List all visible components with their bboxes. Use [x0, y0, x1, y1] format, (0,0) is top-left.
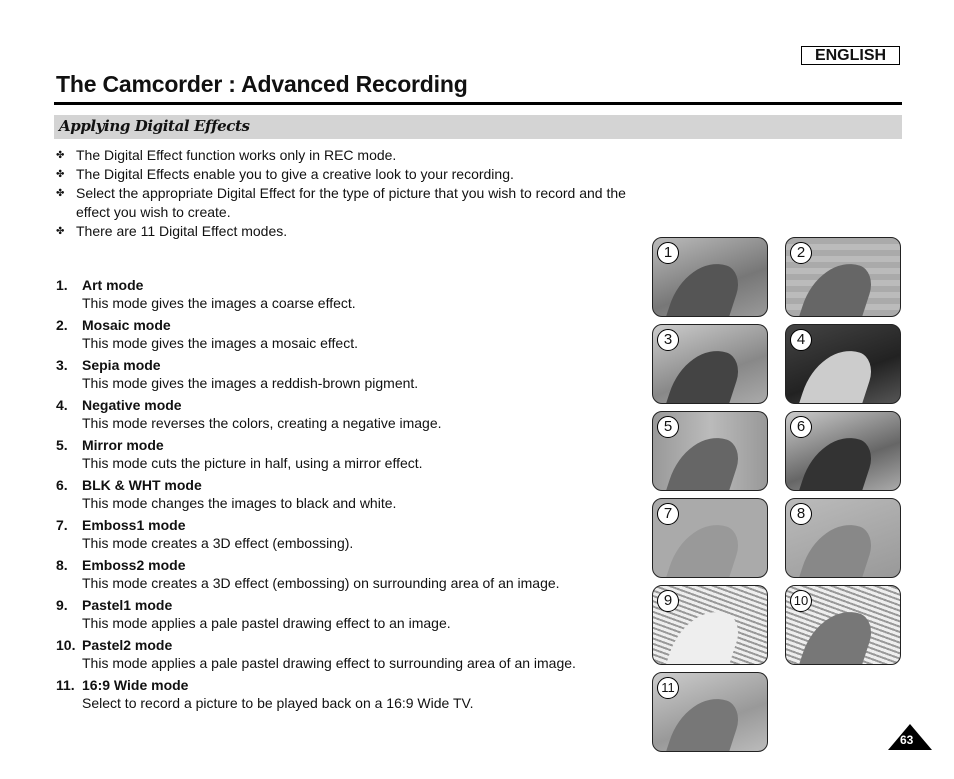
language-label: ENGLISH — [801, 46, 900, 65]
dolphin-image — [795, 339, 877, 403]
mode-name: Pastel2 mode — [82, 637, 173, 653]
mode-item: 4. Negative mode This mode reverses the co… — [56, 396, 636, 432]
mode-item: 5. Mirror mode This mode cuts the picture … — [56, 436, 636, 472]
dolphin-image — [662, 600, 744, 664]
mode-name: Art mode — [82, 277, 144, 293]
thumbnail-emboss2: 8 — [785, 498, 901, 578]
mode-description: This mode cuts the picture in half, usin… — [82, 455, 423, 471]
mode-description: This mode gives the images a reddish-bro… — [82, 375, 419, 391]
thumbnail-pastel1: 9 — [652, 585, 768, 665]
thumbnail-number-badge: 1 — [657, 242, 679, 264]
mode-name: Mirror mode — [82, 437, 164, 453]
mode-description: This mode creates a 3D effect (embossing… — [82, 575, 560, 591]
mode-name: Sepia mode — [82, 357, 161, 373]
cross-bullet-icon: ✤ — [56, 226, 65, 237]
mode-item: 3. Sepia mode This mode gives the images a… — [56, 356, 636, 392]
thumbnail-number-badge: 2 — [790, 242, 812, 264]
mode-name: BLK & WHT mode — [82, 477, 202, 493]
dolphin-image — [795, 600, 877, 664]
mode-description: This mode applies a pale pastel drawing … — [82, 655, 576, 671]
thumbnail-number-badge: 3 — [657, 329, 679, 351]
mode-description: This mode gives the images a mosaic effe… — [82, 335, 358, 351]
mode-description: This mode reverses the colors, creating … — [82, 415, 442, 431]
mode-name: Mosaic mode — [82, 317, 171, 333]
thumbnail-art: 1 — [652, 237, 768, 317]
mode-description: Select to record a picture to be played … — [82, 695, 474, 711]
page-title: The Camcorder : Advanced Recording — [56, 71, 468, 97]
mode-item: 9. Pastel1 mode This mode applies a pale p… — [56, 596, 636, 632]
thumbnail-blk-wht: 6 — [785, 411, 901, 491]
cross-bullet-icon: ✤ — [56, 188, 65, 199]
dolphin-image — [795, 513, 877, 577]
thumbnail-number-badge: 8 — [790, 503, 812, 525]
thumbnail-sepia: 3 — [652, 324, 768, 404]
dolphin-image — [795, 426, 877, 490]
dolphin-image — [662, 513, 744, 577]
page-number-badge: 63 — [888, 724, 932, 750]
dolphin-image — [662, 339, 744, 403]
mode-name: Pastel1 mode — [82, 597, 173, 613]
thumbnail-number-badge: 9 — [657, 590, 679, 612]
dolphin-image — [795, 252, 877, 316]
thumbnail-number-badge: 6 — [790, 416, 812, 438]
dolphin-image — [662, 252, 744, 316]
mode-item: 2. Mosaic mode This mode gives the images … — [56, 316, 636, 352]
dolphin-image — [662, 687, 744, 751]
section-title: Applying Digital Effects — [59, 117, 250, 135]
bullet-item: ✤ The Digital Effects enable you to give … — [56, 166, 514, 182]
mode-name: Emboss1 mode — [82, 517, 186, 533]
thumbnail-number-badge: 5 — [657, 416, 679, 438]
bullet-item: ✤ The Digital Effect function works only … — [56, 147, 397, 163]
thumbnail-emboss1: 7 — [652, 498, 768, 578]
mode-description: This mode applies a pale pastel drawing … — [82, 615, 451, 631]
cross-bullet-icon: ✤ — [56, 169, 65, 180]
section-header: Applying Digital Effects — [54, 115, 902, 139]
title-divider — [54, 102, 902, 105]
bullet-item: ✤ Select the appropriate Digital Effect f… — [56, 185, 626, 220]
cross-bullet-icon: ✤ — [56, 150, 65, 161]
thumbnail-number-badge: 7 — [657, 503, 679, 525]
mode-item: 7. Emboss1 mode This mode creates a 3D eff… — [56, 516, 636, 552]
dolphin-image — [662, 426, 744, 490]
thumbnail-mirror: 5 — [652, 411, 768, 491]
mode-item: 11. 16:9 Wide mode Select to record a pict… — [56, 676, 636, 712]
thumbnail-number-badge: 4 — [790, 329, 812, 351]
thumbnail-number-badge: 10 — [790, 590, 812, 612]
thumbnail-wide: 11 — [652, 672, 768, 752]
mode-item: 1. Art mode This mode gives the images a c… — [56, 276, 636, 312]
page-number: 63 — [900, 733, 914, 747]
mode-name: 16:9 Wide mode — [82, 677, 189, 693]
thumbnail-number-badge: 11 — [657, 677, 679, 699]
mode-description: This mode creates a 3D effect (embossing… — [82, 535, 354, 551]
mode-item: 6. BLK & WHT mode This mode changes the im… — [56, 476, 636, 512]
bullet-item: ✤ There are 11 Digital Effect modes. — [56, 223, 288, 239]
mode-description: This mode gives the images a coarse effe… — [82, 295, 356, 311]
mode-list: 1. Art mode This mode gives the images a c… — [56, 276, 636, 716]
intro-bullets: ✤ The Digital Effect function works only … — [56, 146, 656, 241]
thumbnail-mosaic: 2 — [785, 237, 901, 317]
thumbnail-negative: 4 — [785, 324, 901, 404]
mode-description: This mode changes the images to black an… — [82, 495, 397, 511]
mode-item: 10. Pastel2 mode This mode applies a pale … — [56, 636, 636, 672]
mode-name: Emboss2 mode — [82, 557, 186, 573]
thumbnail-pastel2: 10 — [785, 585, 901, 665]
mode-item: 8. Emboss2 mode This mode creates a 3D eff… — [56, 556, 636, 592]
mode-name: Negative mode — [82, 397, 182, 413]
